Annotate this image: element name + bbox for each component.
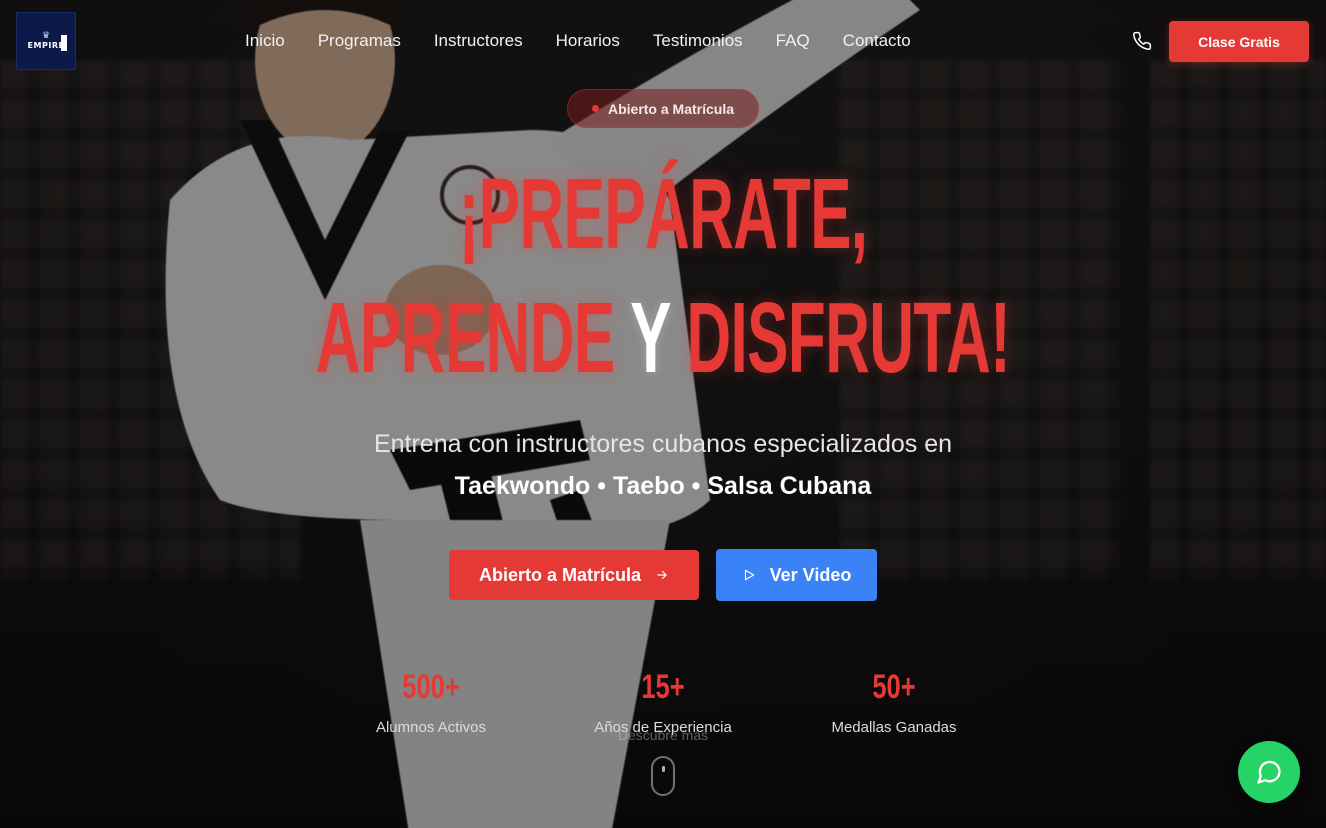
stat-medals: 50+ Medallas Ganadas — [794, 668, 994, 736]
status-dot-icon — [591, 105, 599, 112]
play-icon — [744, 569, 754, 581]
free-class-button[interactable]: Clase Gratis — [1169, 21, 1309, 62]
hero-disciplines: Taekwondo • Taebo • Salsa Cubana — [454, 472, 872, 500]
nav-item-contacto[interactable]: Contacto — [843, 30, 911, 52]
nav-item-horarios[interactable]: Horarios — [556, 30, 620, 52]
watch-video-button[interactable]: Ver Video — [716, 549, 877, 601]
phone-icon[interactable] — [1130, 29, 1154, 53]
badge-label: Abierto a Matrícula — [607, 100, 735, 117]
nav-item-testimonios[interactable]: Testimonios — [653, 30, 743, 52]
nav-item-inicio[interactable]: Inicio — [245, 30, 285, 52]
stat-value: 15+ — [641, 668, 685, 706]
nav-item-programas[interactable]: Programas — [318, 30, 401, 52]
main-nav: Inicio Programas Instructores Horarios T… — [245, 30, 911, 52]
hero-subtitle: Entrena con instructores cubanos especia… — [373, 430, 953, 458]
arrow-right-icon — [657, 570, 667, 580]
headline-word-aprende: APRENDE — [315, 282, 615, 394]
headline-word-y: Y — [630, 282, 670, 394]
scroll-hint: Descubre más — [617, 727, 709, 743]
logo-text: EMPIRE — [27, 40, 65, 50]
stat-experience: 15+ Años de Experiencia — [563, 668, 763, 736]
brand-logo[interactable]: ♛ EMPIRE — [16, 12, 76, 70]
watch-video-label: Ver Video — [769, 564, 852, 585]
whatsapp-chat-button[interactable] — [1238, 741, 1300, 803]
mouse-wheel — [662, 766, 665, 772]
nav-item-instructores[interactable]: Instructores — [434, 30, 523, 52]
headline-word-disfruta: DISFRUTA! — [686, 282, 1011, 394]
scroll-mouse-icon[interactable] — [651, 756, 675, 796]
headline-line-2: APRENDE Y DISFRUTA! — [252, 282, 1074, 394]
headline-line-1: ¡PREPÁRATE, — [458, 158, 868, 270]
enroll-button-label: Abierto a Matrícula — [478, 564, 642, 585]
enroll-button[interactable]: Abierto a Matrícula — [449, 550, 699, 600]
stat-students: 500+ Alumnos Activos — [331, 668, 531, 736]
stat-value: 500+ — [402, 668, 460, 706]
chat-bubble-icon — [1257, 760, 1281, 784]
stat-label: Medallas Ganadas — [831, 719, 957, 736]
nav-item-faq[interactable]: FAQ — [776, 30, 810, 52]
flag-icon — [61, 35, 67, 51]
enrollment-badge: Abierto a Matrícula — [567, 89, 759, 128]
stat-value: 50+ — [872, 668, 916, 706]
stat-label: Alumnos Activos — [375, 719, 487, 736]
crown-icon: ♛ — [41, 30, 51, 41]
